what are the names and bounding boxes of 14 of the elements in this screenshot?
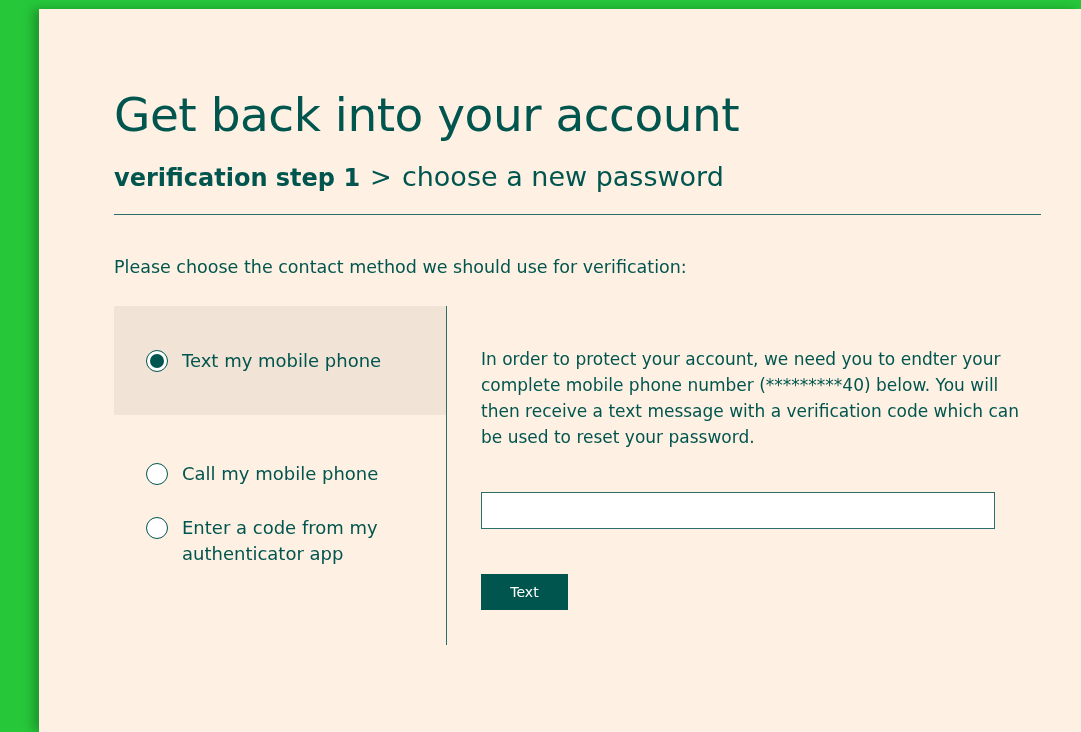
- method-option[interactable]: Call my mobile phone: [114, 461, 446, 488]
- step-label: choose a new password: [401, 161, 724, 193]
- page-title: Get back into your account: [114, 87, 741, 144]
- radio-button[interactable]: [146, 517, 168, 540]
- radio-button[interactable]: [146, 349, 168, 372]
- step-separator: >: [370, 162, 392, 193]
- prompt-text: Please choose the contact method we should use for verification:: [114, 257, 688, 278]
- instructions-text: In order to protect your account, we need you to endter your complete mobile phone number (*********40) below. You will then receive a text message with a verification code which can be used to reset your password.: [481, 348, 1020, 450]
- method-option[interactable]: Text my mobile phone: [114, 306, 446, 416]
- radio-button[interactable]: [146, 463, 168, 486]
- text-button[interactable]: Text: [481, 574, 568, 611]
- phone-input-field[interactable]: [481, 492, 995, 530]
- step-label: verification step 1: [114, 164, 361, 193]
- method-option[interactable]: Enter a code from my authenticator app: [114, 515, 446, 568]
